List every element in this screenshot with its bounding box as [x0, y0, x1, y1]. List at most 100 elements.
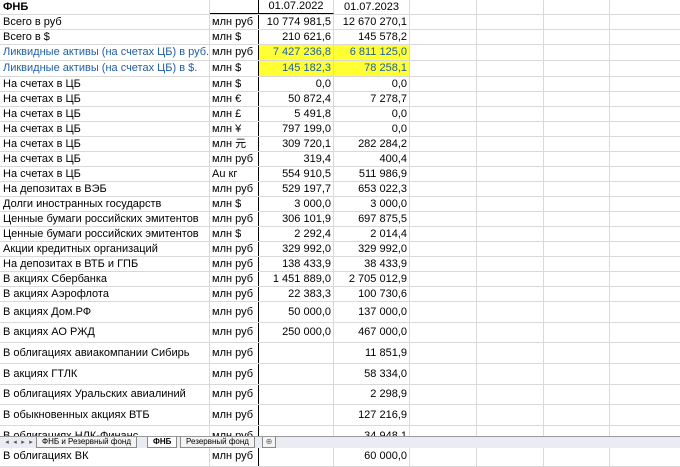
empty-cell[interactable] — [410, 152, 477, 166]
value-2022[interactable]: 22 383,3 — [259, 287, 334, 301]
empty-cell[interactable] — [477, 405, 544, 425]
value-2022[interactable] — [259, 447, 334, 466]
value-2023[interactable]: 0,0 — [334, 107, 410, 121]
row-unit[interactable]: млн руб — [210, 152, 259, 166]
empty-cell[interactable] — [477, 30, 544, 44]
row-label[interactable]: На счетах в ЦБ — [0, 77, 210, 91]
empty-cell[interactable] — [477, 92, 544, 106]
value-2022[interactable]: 7 427 236,8 — [259, 45, 334, 60]
empty-cell[interactable] — [610, 152, 680, 166]
empty-cell[interactable] — [610, 212, 680, 226]
empty-cell[interactable] — [610, 15, 680, 29]
row-unit[interactable]: млн руб — [210, 45, 259, 60]
empty-cell[interactable] — [410, 447, 477, 466]
row-label[interactable]: На счетах в ЦБ — [0, 92, 210, 106]
empty-cell[interactable] — [544, 45, 610, 60]
empty-cell[interactable] — [477, 107, 544, 121]
empty-cell[interactable] — [610, 364, 680, 384]
row-unit[interactable]: млн руб — [210, 364, 259, 384]
empty-cell[interactable] — [410, 15, 477, 29]
row-label[interactable]: Ценные бумаги российских эмитентов — [0, 227, 210, 241]
value-2023[interactable]: 467 000,0 — [334, 323, 410, 342]
value-2023[interactable]: 3 000,0 — [334, 197, 410, 211]
empty-cell[interactable] — [610, 0, 680, 14]
value-2022[interactable]: 529 197,7 — [259, 182, 334, 196]
value-2023[interactable]: 6 811 125,0 — [334, 45, 410, 60]
row-unit[interactable]: млн руб — [210, 272, 259, 286]
row-unit[interactable]: Au кг — [210, 167, 259, 181]
value-2022[interactable]: 797 199,0 — [259, 122, 334, 136]
empty-cell[interactable] — [410, 167, 477, 181]
row-unit[interactable]: млн руб — [210, 287, 259, 301]
insert-sheet-icon[interactable]: ⊕ — [262, 437, 276, 448]
value-2023[interactable]: 653 022,3 — [334, 182, 410, 196]
empty-cell[interactable] — [544, 323, 610, 342]
value-2022[interactable]: 138 433,9 — [259, 257, 334, 271]
value-2023[interactable]: 78 258,1 — [334, 61, 410, 76]
empty-cell[interactable] — [610, 137, 680, 151]
value-2022[interactable]: 5 491,8 — [259, 107, 334, 121]
empty-cell[interactable] — [544, 447, 610, 466]
empty-cell[interactable] — [477, 212, 544, 226]
empty-cell[interactable] — [477, 167, 544, 181]
row-unit[interactable]: млн £ — [210, 107, 259, 121]
value-2022[interactable]: 2 292,4 — [259, 227, 334, 241]
empty-cell[interactable] — [410, 197, 477, 211]
value-2023[interactable]: 511 986,9 — [334, 167, 410, 181]
empty-cell[interactable] — [544, 385, 610, 404]
empty-cell[interactable] — [610, 167, 680, 181]
empty-cell[interactable] — [477, 15, 544, 29]
empty-cell[interactable] — [544, 343, 610, 363]
empty-cell[interactable] — [410, 343, 477, 363]
row-unit[interactable]: млн руб — [210, 242, 259, 256]
row-label[interactable]: В облигациях Уральских авиалиний — [0, 385, 210, 404]
empty-cell[interactable] — [477, 242, 544, 256]
empty-cell[interactable] — [477, 122, 544, 136]
empty-cell[interactable] — [544, 227, 610, 241]
empty-cell[interactable] — [610, 30, 680, 44]
value-2023[interactable]: 60 000,0 — [334, 447, 410, 466]
header-date-2[interactable]: 01.07.2023 — [334, 0, 410, 14]
empty-cell[interactable] — [544, 30, 610, 44]
empty-cell[interactable] — [610, 287, 680, 301]
empty-cell[interactable] — [477, 385, 544, 404]
value-2023[interactable]: 2 014,4 — [334, 227, 410, 241]
nav-first-icon[interactable]: ◂ — [3, 438, 11, 447]
row-label[interactable]: Акции кредитных организаций — [0, 242, 210, 256]
value-2022[interactable]: 309 720,1 — [259, 137, 334, 151]
empty-cell[interactable] — [477, 0, 544, 14]
row-label[interactable]: На депозитах в ВТБ и ГПБ — [0, 257, 210, 271]
empty-cell[interactable] — [610, 385, 680, 404]
value-2023[interactable]: 137 000,0 — [334, 302, 410, 322]
value-2023[interactable]: 0,0 — [334, 77, 410, 91]
row-unit[interactable]: млн $ — [210, 77, 259, 91]
empty-cell[interactable] — [410, 302, 477, 322]
empty-cell[interactable] — [477, 182, 544, 196]
empty-cell[interactable] — [610, 61, 680, 76]
empty-cell[interactable] — [544, 272, 610, 286]
tab-fnb[interactable]: ФНБ — [147, 437, 178, 448]
row-unit[interactable]: млн € — [210, 92, 259, 106]
empty-cell[interactable] — [544, 61, 610, 76]
empty-cell[interactable] — [477, 257, 544, 271]
empty-cell[interactable] — [544, 92, 610, 106]
empty-cell[interactable] — [544, 405, 610, 425]
empty-cell[interactable] — [477, 323, 544, 342]
header-date-1[interactable]: 01.07.2022 — [259, 0, 334, 14]
value-2023[interactable]: 2 298,9 — [334, 385, 410, 404]
empty-cell[interactable] — [544, 77, 610, 91]
empty-cell[interactable] — [544, 122, 610, 136]
row-label[interactable]: Всего в $ — [0, 30, 210, 44]
row-label[interactable]: В облигациях авиакомпании Сибирь — [0, 343, 210, 363]
empty-cell[interactable] — [477, 364, 544, 384]
value-2023[interactable]: 127 216,9 — [334, 405, 410, 425]
empty-cell[interactable] — [477, 302, 544, 322]
tab-reserve-fund[interactable]: Резервный фонд — [180, 437, 255, 448]
empty-cell[interactable] — [610, 92, 680, 106]
row-unit[interactable]: млн руб — [210, 405, 259, 425]
value-2023[interactable]: 12 670 270,1 — [334, 15, 410, 29]
row-unit[interactable]: млн $ — [210, 30, 259, 44]
row-label[interactable]: В облигациях ВК — [0, 447, 210, 466]
empty-cell[interactable] — [544, 0, 610, 14]
empty-cell[interactable] — [477, 287, 544, 301]
